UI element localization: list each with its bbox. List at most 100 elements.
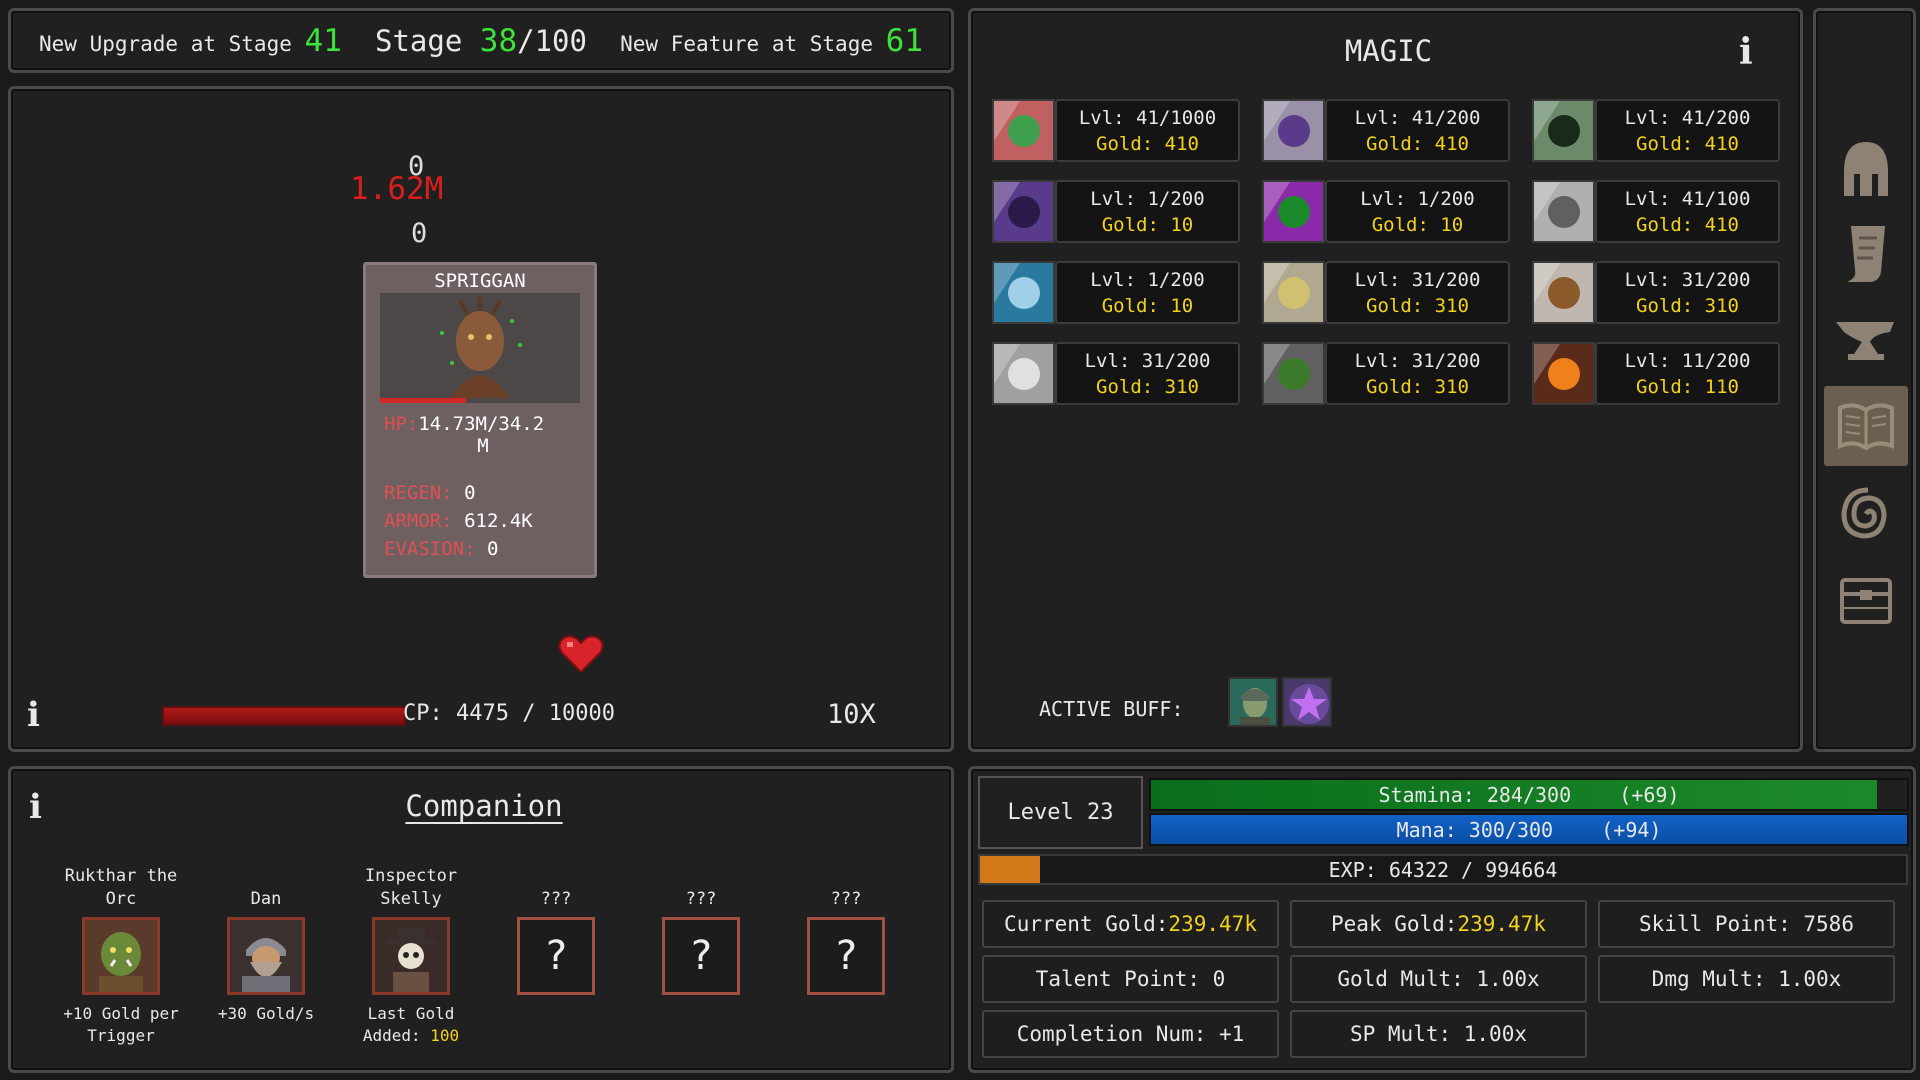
enemy-card[interactable]: SPRIGGAN HP:14.73M/34.2 M REGEN: 0 ARMOR… <box>363 262 597 578</box>
spell-cost: Gold: 310 <box>1366 376 1469 398</box>
stage-label: Stage <box>375 23 463 58</box>
spell-slot[interactable]: Lvl: 41/200 Gold: 410 <box>1532 99 1782 162</box>
battle-info-icon[interactable]: i <box>27 695 40 735</box>
enemy-hp-bar <box>380 398 580 403</box>
stamina-bar: Stamina: 284/300 (+69) <box>1149 778 1909 811</box>
scroll-icon[interactable] <box>1824 214 1908 294</box>
spell-slot[interactable]: Lvl: 31/200 Gold: 310 <box>1262 342 1512 405</box>
question-mark-icon[interactable]: ? <box>662 917 740 995</box>
spell-slot[interactable]: Lvl: 41/1000 Gold: 410 <box>992 99 1242 162</box>
spell-info[interactable]: Lvl: 41/200 Gold: 410 <box>1595 99 1780 162</box>
companion-slot[interactable]: Inspector Skelly Last Gold Added: 100 <box>346 865 476 1047</box>
star-spell-icon[interactable] <box>1262 99 1325 162</box>
hood-spell-icon[interactable] <box>992 180 1055 243</box>
spell-level: Lvl: 31/200 <box>1624 269 1751 291</box>
talent-point: Talent Point: 0 <box>982 955 1279 1003</box>
spell-cost: Gold: 10 <box>1371 214 1464 236</box>
spell-info[interactable]: Lvl: 41/1000 Gold: 410 <box>1055 99 1240 162</box>
stage-max: /100 <box>517 23 587 58</box>
spriggan-portrait-icon <box>380 293 580 398</box>
spell-slot[interactable]: Lvl: 31/200 Gold: 310 <box>1262 261 1512 324</box>
ring-spell-icon[interactable] <box>1532 261 1595 324</box>
spell-info[interactable]: Lvl: 31/200 Gold: 310 <box>1595 261 1780 324</box>
spell-level: Lvl: 1/200 <box>1360 188 1475 210</box>
spell-info[interactable]: Lvl: 41/200 Gold: 410 <box>1325 99 1510 162</box>
companion-slot[interactable]: Rukthar the Orc +10 Gold per Trigger <box>56 865 186 1047</box>
potion-spell-icon[interactable] <box>1262 342 1325 405</box>
star-buff-icon[interactable] <box>1282 677 1332 727</box>
spiral-icon[interactable] <box>1824 474 1908 554</box>
skull-spell-icon[interactable] <box>992 342 1055 405</box>
exp-bar: EXP: 64322 / 994664 <box>978 854 1908 885</box>
damage-popup-critical: 1.62M <box>350 171 444 207</box>
upgrade-label: New Upgrade at Stage <box>39 31 292 56</box>
spell-info[interactable]: Lvl: 31/200 Gold: 310 <box>1325 342 1510 405</box>
companion-desc: Last Gold Added: 100 <box>362 1004 460 1045</box>
spell-level: Lvl: 31/200 <box>1354 269 1481 291</box>
player-stats-panel: Level 23 Stamina: 284/300 (+69) Mana: 30… <box>968 766 1916 1073</box>
dmg-mult: Dmg Mult: 1.00x <box>1598 955 1895 1003</box>
stage-bar: New Upgrade at Stage 41 Stage 38/100 New… <box>8 8 954 73</box>
companion-slot-locked[interactable]: ??? ? <box>636 865 766 995</box>
question-mark-icon[interactable]: ? <box>517 917 595 995</box>
spell-slot[interactable]: Lvl: 41/100 Gold: 410 <box>1532 180 1782 243</box>
upgrade-stage: 41 <box>304 22 342 59</box>
spell-info[interactable]: Lvl: 11/200 Gold: 110 <box>1595 342 1780 405</box>
spell-info[interactable]: Lvl: 31/200 Gold: 310 <box>1055 342 1240 405</box>
warrior-buff-icon[interactable] <box>1228 677 1278 727</box>
spellbook-icon[interactable] <box>1824 386 1908 466</box>
spell-cost: Gold: 110 <box>1636 376 1739 398</box>
cloak-spell-icon[interactable] <box>1532 99 1595 162</box>
spell-slot[interactable]: Lvl: 41/200 Gold: 410 <box>1262 99 1512 162</box>
skeleton-portrait-icon[interactable] <box>372 917 450 995</box>
spell-info[interactable]: Lvl: 31/200 Gold: 310 <box>1325 261 1510 324</box>
fire-sword-spell-icon[interactable] <box>1532 342 1595 405</box>
spell-info[interactable]: Lvl: 41/100 Gold: 410 <box>1595 180 1780 243</box>
nav-sidebar <box>1813 8 1916 752</box>
new-upgrade-indicator: New Upgrade at Stage 41 <box>39 23 342 59</box>
companion-slot-locked[interactable]: ??? ? <box>781 865 911 995</box>
spell-info[interactable]: Lvl: 1/200 Gold: 10 <box>1325 180 1510 243</box>
gold-mult: Gold Mult: 1.00x <box>1290 955 1587 1003</box>
active-buff-label: ACTIVE BUFF: <box>1039 697 1184 721</box>
anvil-icon[interactable] <box>1824 299 1908 379</box>
skill-point: Skill Point: 7586 <box>1598 900 1895 948</box>
spell-level: Lvl: 1/200 <box>1090 188 1205 210</box>
enemy-armor: ARMOR: 612.4K <box>384 510 533 532</box>
feature-stage: 61 <box>885 22 923 59</box>
battle-panel: 0 1.62M 0 SPRIGGAN HP:14.73M/34.2 M REGE… <box>8 86 954 752</box>
spell-slot[interactable]: Lvl: 1/200 Gold: 10 <box>1262 180 1512 243</box>
spell-level: Lvl: 41/200 <box>1354 107 1481 129</box>
helmet-icon[interactable] <box>1824 129 1908 209</box>
game-speed-button[interactable]: 10X <box>827 699 876 730</box>
companion-name: Inspector Skelly <box>364 866 458 909</box>
question-mark-icon[interactable]: ? <box>807 917 885 995</box>
magic-info-icon[interactable]: i <box>1739 31 1753 73</box>
stage-current: 38 <box>479 22 518 59</box>
scroll-spell-icon[interactable] <box>1262 261 1325 324</box>
leaf-spell-icon[interactable] <box>992 99 1055 162</box>
sp-mult: SP Mult: 1.00x <box>1290 1010 1587 1058</box>
spell-info[interactable]: Lvl: 1/200 Gold: 10 <box>1055 180 1240 243</box>
companion-name: ??? <box>540 889 572 909</box>
spell-slot[interactable]: Lvl: 11/200 Gold: 110 <box>1532 342 1782 405</box>
spell-slot[interactable]: Lvl: 1/200 Gold: 10 <box>992 180 1242 243</box>
shield-spell-icon[interactable] <box>992 261 1055 324</box>
companion-slot-locked[interactable]: ??? ? <box>491 865 621 995</box>
chest-icon[interactable] <box>1824 561 1908 641</box>
spell-level: Lvl: 31/200 <box>1084 350 1211 372</box>
spell-cost: Gold: 410 <box>1636 214 1739 236</box>
spell-cost: Gold: 410 <box>1636 133 1739 155</box>
companion-slot[interactable]: Dan +30 Gold/s <box>201 865 331 1025</box>
enemy-regen: REGEN: 0 <box>384 482 476 504</box>
spell-info[interactable]: Lvl: 1/200 Gold: 10 <box>1055 261 1240 324</box>
spell-slot[interactable]: Lvl: 1/200 Gold: 10 <box>992 261 1242 324</box>
clover-spell-icon[interactable] <box>1262 180 1325 243</box>
orc-portrait-icon[interactable] <box>82 917 160 995</box>
mist-spell-icon[interactable] <box>1532 180 1595 243</box>
companion-name: ??? <box>685 889 717 909</box>
dwarf-portrait-icon[interactable] <box>227 917 305 995</box>
spell-slot[interactable]: Lvl: 31/200 Gold: 310 <box>992 342 1242 405</box>
spell-slot[interactable]: Lvl: 31/200 Gold: 310 <box>1532 261 1782 324</box>
heart-icon[interactable] <box>558 634 604 678</box>
